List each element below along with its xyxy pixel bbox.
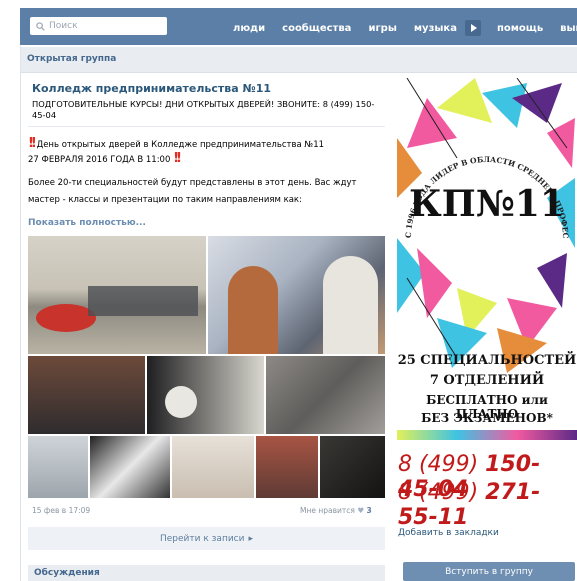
phone-number-2: 8 (499) 271-55-11	[398, 480, 577, 530]
cover-shapes: С 1996 ГОДА ЛИДЕР В ОБЛАСТИ СРЕДНЕГО ПРО…	[397, 78, 575, 373]
discussions-title: Обсуждения	[34, 568, 100, 578]
nav-help[interactable]: помощь	[497, 23, 543, 34]
person-shape	[323, 256, 378, 354]
cover-line-4: БЕЗ ЭКЗАМЕНОВ*	[421, 411, 553, 425]
photo-lab[interactable]	[28, 436, 88, 498]
post-date[interactable]: 15 фев в 17:09	[32, 506, 90, 515]
discussions-header[interactable]: Обсуждения	[28, 565, 385, 581]
photo-ophthalmology[interactable]	[208, 236, 385, 354]
people-shape	[88, 286, 198, 316]
photo-studio[interactable]	[147, 356, 264, 434]
photo-doctors[interactable]	[256, 436, 318, 498]
photo-library[interactable]	[28, 356, 145, 434]
group-type-label: Открытая группа	[27, 54, 117, 64]
cover-line-2: 7 ОТДЕЛЕНИЙ	[429, 373, 545, 388]
nav-logout[interactable]: выйти	[560, 23, 577, 34]
divider	[28, 126, 385, 127]
page-border	[20, 46, 21, 581]
cover-line-1: 25 СПЕЦИАЛЬНОСТЕЙ	[397, 353, 577, 368]
phone-2-code: 8 (499)	[398, 480, 479, 505]
group-cover-image[interactable]: С 1996 ГОДА ЛИДЕР В ОБЛАСТИ СРЕДНЕГО ПРО…	[397, 78, 577, 512]
exclamation-icon: !!	[28, 136, 37, 151]
photo-climbing[interactable]	[266, 356, 385, 434]
photo-classroom[interactable]	[28, 236, 206, 354]
search-icon	[36, 21, 45, 31]
add-bookmark-link[interactable]: Добавить в закладки	[398, 528, 499, 538]
chevron-right-icon: ▸	[248, 533, 254, 544]
exclamation-icon: !!	[173, 151, 182, 166]
cover-stripe	[397, 430, 577, 440]
join-group-button[interactable]: Вступить в группу	[403, 562, 575, 581]
likes-label: Мне нравится	[300, 506, 355, 515]
goto-post-label: Перейти к записи	[159, 533, 245, 544]
cover-logo: КП№11	[409, 183, 565, 225]
heart-icon: ♥	[357, 506, 365, 515]
like-button[interactable]: Мне нравится ♥ 3	[300, 506, 372, 515]
post-line-1: День открытых дверей в Колледже предприн…	[36, 140, 325, 150]
nav-communities[interactable]: сообщества	[282, 23, 351, 34]
photo-magazine[interactable]	[90, 436, 170, 498]
photo-scissors[interactable]	[320, 436, 385, 498]
nav-people[interactable]: люди	[233, 23, 265, 34]
nav-music[interactable]: музыка	[414, 23, 457, 34]
show-more-link[interactable]: Показать полностью...	[28, 218, 146, 228]
search-placeholder: Поиск	[49, 21, 78, 31]
search-input[interactable]: Поиск	[30, 17, 167, 35]
reflector-shape	[165, 386, 197, 418]
nav-games[interactable]: игры	[368, 23, 396, 34]
post-text: !! День открытых дверей в Колледже предп…	[28, 135, 388, 209]
top-nav: люди сообщества игры музыка помощь выйти	[233, 17, 577, 39]
post-line-2: 27 ФЕВРАЛЯ 2016 ГОДА В 11:00	[28, 155, 171, 165]
group-type-header: Открытая группа	[21, 47, 577, 73]
group-status: ПОДГОТОВИТЕЛЬНЫЕ КУРСЫ! ДНИ ОТКРЫТЫХ ДВЕ…	[32, 99, 375, 120]
photo-workshop[interactable]	[172, 436, 254, 498]
likes-count: 3	[366, 506, 372, 515]
goto-post-button[interactable]: Перейти к записи ▸	[28, 527, 385, 550]
play-icon[interactable]	[464, 20, 481, 36]
table-shape	[36, 304, 96, 332]
post-line-3: Более 20-ти специальностей будут предста…	[28, 178, 357, 188]
post-line-4: мастер - классы и презентации по таким н…	[28, 195, 302, 205]
person-shape	[228, 266, 278, 354]
group-name: Колледж предпринимательства №11	[32, 82, 272, 95]
phone-1-code: 8 (499)	[398, 452, 479, 477]
